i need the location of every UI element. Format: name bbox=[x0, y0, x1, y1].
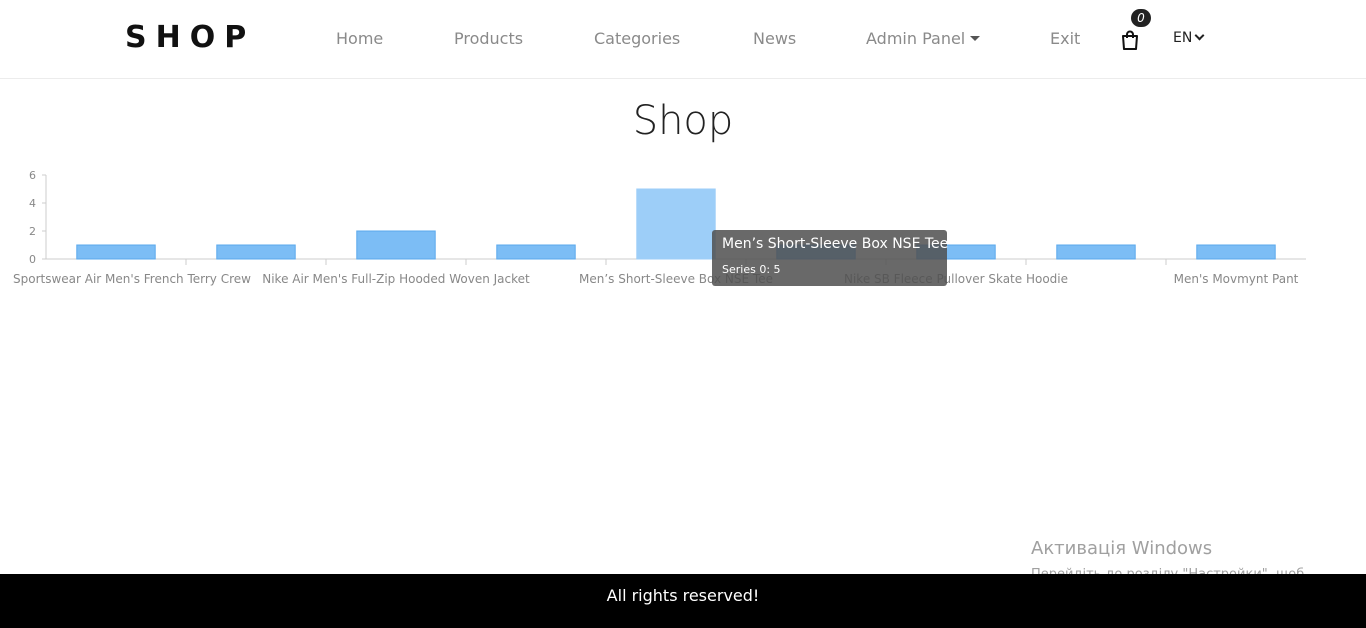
y-tick-label: 4 bbox=[29, 197, 36, 210]
chart-bar[interactable] bbox=[76, 244, 156, 260]
bar-chart: 0 2 4 6 Sportswear Air Men's French Terry Cr… bbox=[13, 169, 1306, 286]
chart-bar[interactable] bbox=[496, 244, 576, 260]
nav-categories[interactable]: Categories bbox=[594, 29, 680, 48]
tooltip-title: Men’s Short-Sleeve Box NSE Tee bbox=[722, 236, 949, 252]
x-tick-label: Nike Air Men's Full-Zip Hooded Woven Jac… bbox=[262, 272, 530, 286]
chart-bar[interactable] bbox=[1056, 244, 1136, 260]
nav-news[interactable]: News bbox=[753, 29, 796, 48]
footer: All rights reserved! bbox=[0, 574, 1366, 628]
y-tick-label: 2 bbox=[29, 225, 36, 238]
windows-activation-title: Активація Windows bbox=[1031, 538, 1213, 559]
cart-button[interactable] bbox=[1119, 29, 1141, 51]
footer-text: All rights reserved! bbox=[606, 586, 760, 605]
chart-tooltip: Men’s Short-Sleeve Box NSE Tee Series 0:… bbox=[712, 230, 949, 286]
x-tick-label: Sportswear Air Men's French Terry Crew bbox=[13, 272, 251, 286]
chart-bar[interactable] bbox=[1196, 244, 1276, 260]
nav-admin-panel-label: Admin Panel bbox=[866, 29, 966, 48]
nav-admin-panel[interactable]: Admin Panel bbox=[866, 29, 981, 48]
navbar: SHOP Home Products Categories News Admin… bbox=[0, 0, 1366, 79]
y-tick-label: 6 bbox=[29, 169, 36, 182]
cart-count-badge: 0 bbox=[1131, 9, 1151, 27]
nav-products[interactable]: Products bbox=[454, 29, 523, 48]
chevron-down-icon bbox=[1194, 30, 1205, 41]
caret-down-icon bbox=[970, 36, 981, 41]
chart-bar[interactable] bbox=[216, 244, 296, 260]
brand-logo[interactable]: SHOP bbox=[125, 20, 255, 55]
nav-home[interactable]: Home bbox=[336, 29, 383, 48]
nav-exit[interactable]: Exit bbox=[1050, 29, 1080, 48]
language-label: EN bbox=[1173, 30, 1193, 46]
y-tick-label: 0 bbox=[29, 253, 36, 266]
language-selector[interactable]: EN bbox=[1173, 30, 1205, 46]
tooltip-value: Series 0: 5 bbox=[722, 263, 781, 276]
shopping-bag-icon bbox=[1122, 30, 1138, 50]
chart-bar[interactable] bbox=[636, 188, 716, 260]
x-tick-label: Men's Movmynt Pant bbox=[1174, 272, 1299, 286]
page-title: Shop bbox=[632, 98, 734, 144]
chart-bar[interactable] bbox=[356, 230, 436, 260]
